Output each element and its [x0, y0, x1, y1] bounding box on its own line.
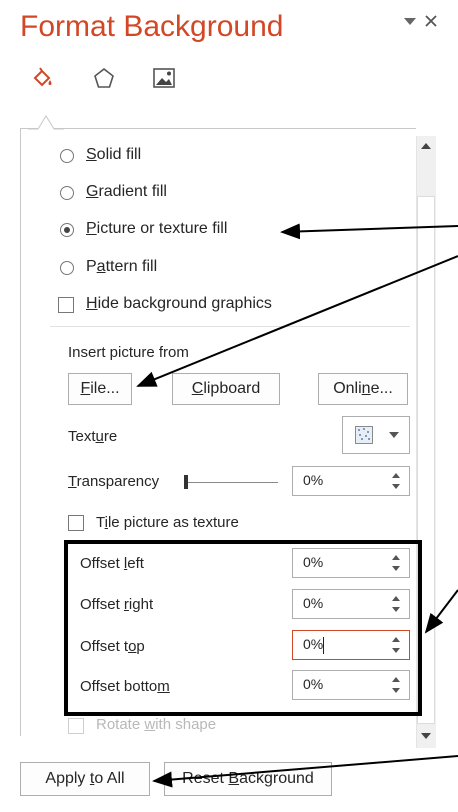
active-tab-notch	[28, 115, 64, 130]
picture-fill-radio[interactable]	[60, 223, 74, 237]
texture-label: Texture	[68, 428, 118, 445]
hide-background-graphics-label: Hide background graphics	[86, 295, 272, 312]
section-divider	[50, 326, 410, 327]
transparency-slider[interactable]	[184, 474, 280, 490]
spinner-arrows-icon[interactable]	[391, 469, 401, 493]
gradient-fill-label: Gradient fill	[86, 183, 167, 200]
close-icon[interactable]	[424, 14, 438, 28]
rotate-with-shape-checkbox	[68, 718, 84, 734]
solid-fill-radio[interactable]	[60, 149, 74, 163]
insert-picture-label: Insert picture from	[68, 344, 189, 361]
gradient-fill-radio[interactable]	[60, 186, 74, 200]
file-button[interactable]: File...	[68, 373, 132, 405]
transparency-label: Transparency	[68, 473, 160, 490]
triangle-down-icon[interactable]	[404, 18, 416, 26]
offset-highlight-box	[64, 540, 422, 716]
pane-title: Format Background	[20, 10, 284, 43]
scroll-down-icon[interactable]	[419, 730, 433, 742]
apply-to-all-button[interactable]: Apply to All	[20, 762, 150, 796]
solid-fill-label: Solid fill	[86, 146, 142, 163]
pentagon-icon[interactable]	[92, 66, 116, 90]
slider-track	[188, 482, 278, 483]
rotate-with-shape-label: Rotate with shape	[96, 716, 217, 733]
transparency-spinner[interactable]: 0%	[292, 466, 410, 496]
clipboard-button[interactable]: Clipboard	[172, 373, 280, 405]
pattern-fill-radio[interactable]	[60, 261, 74, 275]
tile-picture-checkbox[interactable]	[68, 515, 84, 531]
paint-bucket-icon[interactable]	[30, 66, 54, 90]
texture-swatch-icon	[355, 426, 373, 444]
picture-fill-label: Picture or texture fill	[86, 220, 228, 237]
pane-bottom-mask	[20, 736, 416, 750]
tile-picture-label: Tile picture as texture	[96, 514, 239, 531]
pattern-fill-label: Pattern fill	[86, 258, 158, 275]
online-button[interactable]: Online...	[318, 373, 408, 405]
texture-dropdown[interactable]	[342, 416, 410, 454]
picture-icon[interactable]	[152, 66, 176, 90]
hide-background-graphics-checkbox[interactable]	[58, 297, 74, 313]
reset-background-button[interactable]: Reset Background	[164, 762, 332, 796]
chevron-down-icon	[389, 432, 399, 438]
scroll-up-icon[interactable]	[419, 140, 433, 152]
slider-thumb[interactable]	[184, 475, 188, 489]
